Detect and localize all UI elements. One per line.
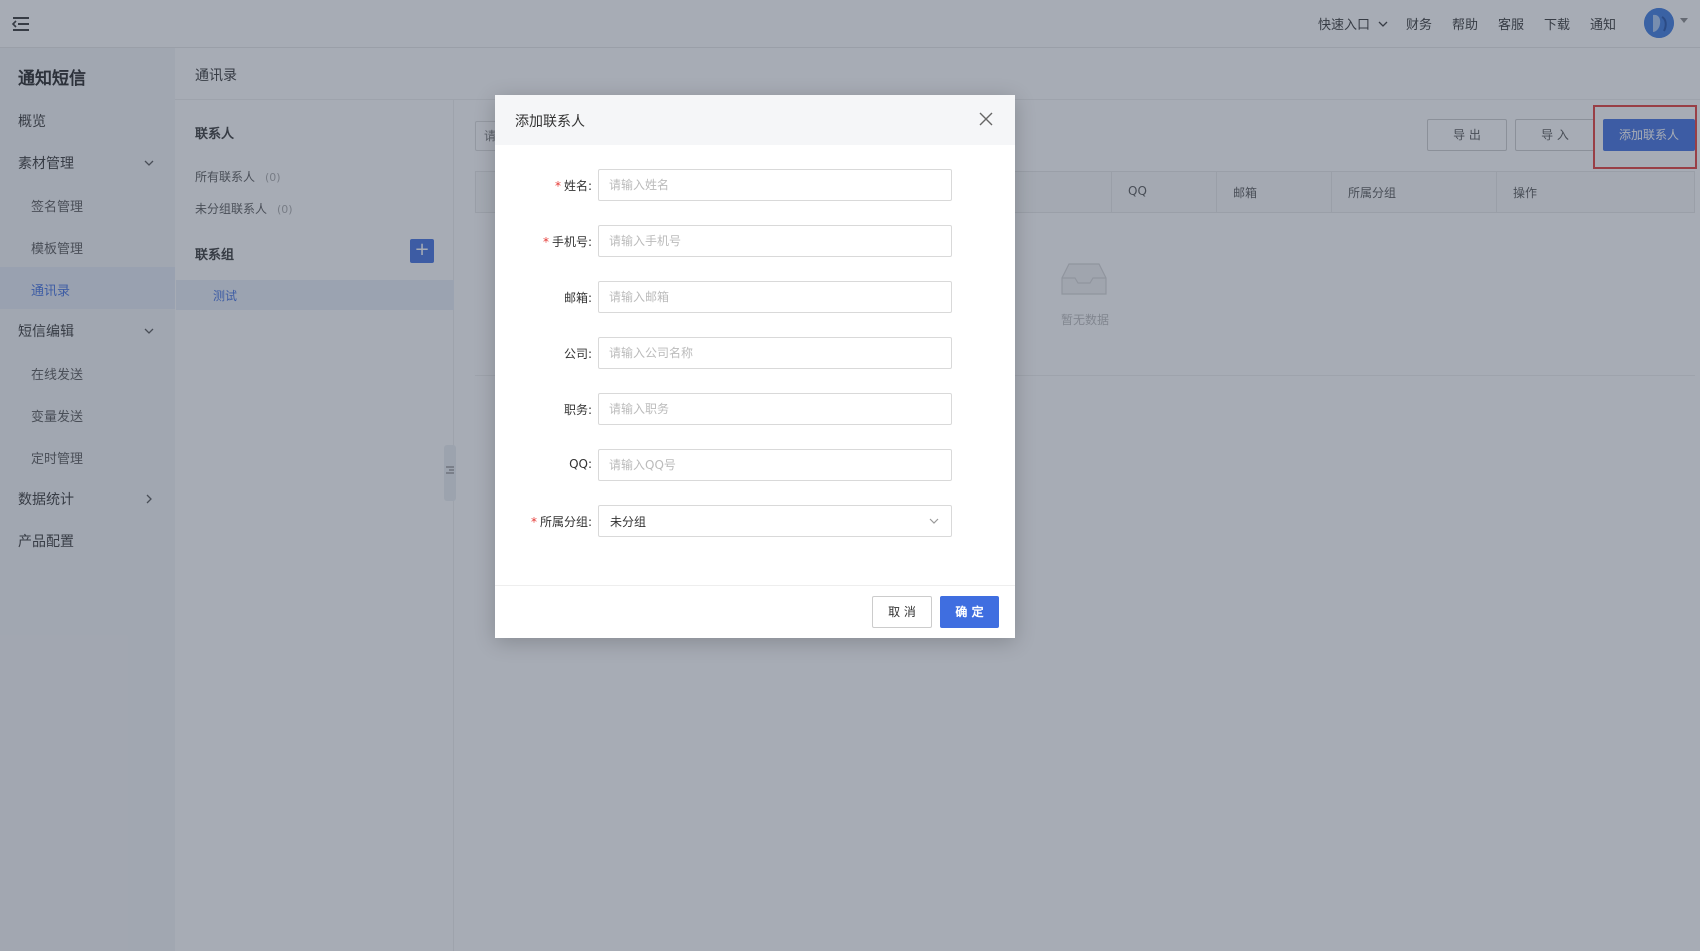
required-mark: *	[542, 235, 549, 249]
group-select[interactable]	[598, 505, 952, 537]
group-label: * 所属分组:	[512, 513, 592, 530]
qq-input[interactable]	[598, 449, 952, 481]
email-label: 邮箱:	[563, 291, 592, 305]
name-input[interactable]	[598, 169, 952, 201]
company-label: 公司:	[563, 347, 592, 361]
modal-footer-divider	[495, 585, 1015, 586]
modal-title: 添加联系人	[515, 114, 585, 130]
qq-label: QQ:	[569, 457, 592, 471]
confirm-button[interactable]: 确 定	[940, 596, 999, 628]
cancel-button[interactable]: 取 消	[872, 596, 932, 628]
position-input[interactable]	[598, 393, 952, 425]
required-mark: *	[554, 179, 561, 193]
email-input[interactable]	[598, 281, 952, 313]
phone-label: * 手机号:	[512, 233, 592, 250]
chevron-down-icon[interactable]	[928, 515, 940, 527]
company-input[interactable]	[598, 337, 952, 369]
phone-input[interactable]	[598, 225, 952, 257]
name-label: * 姓名:	[512, 177, 592, 194]
position-label: 职务:	[563, 403, 592, 417]
required-mark: *	[530, 515, 537, 529]
name-label-text: 姓名:	[563, 179, 592, 193]
phone-label-text: 手机号:	[551, 235, 592, 249]
close-icon[interactable]	[978, 111, 994, 127]
group-label-text: 所属分组:	[539, 515, 592, 529]
group-select-value: 未分组	[610, 515, 647, 529]
